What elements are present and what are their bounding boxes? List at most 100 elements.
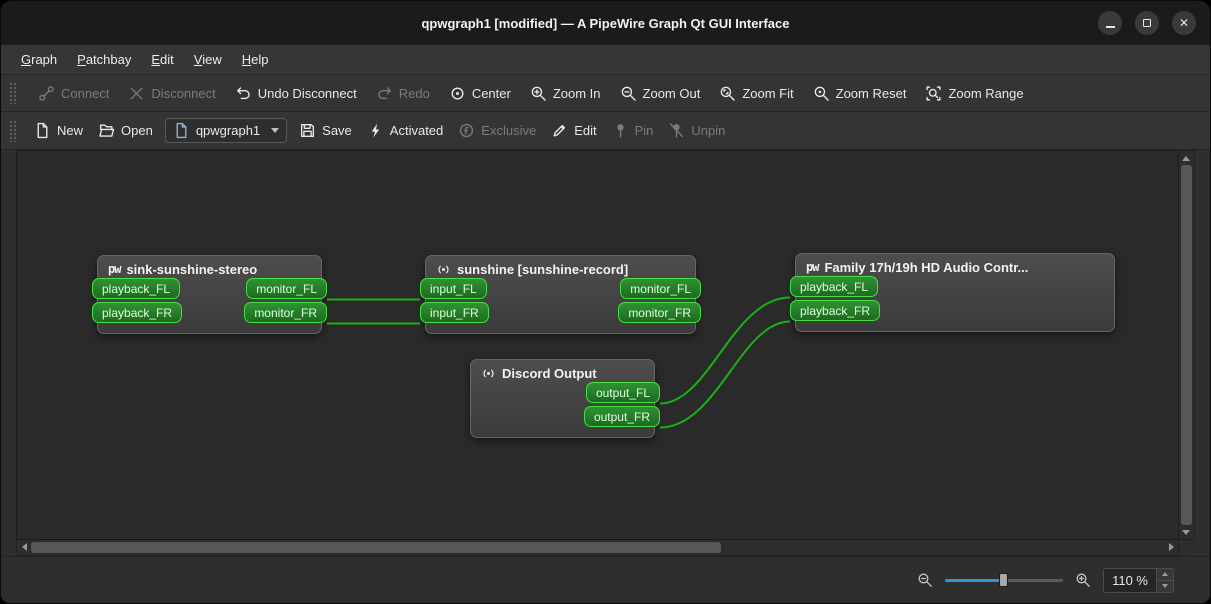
node-title: sunshine [sunshine-record] xyxy=(457,261,629,277)
arrow-left-icon xyxy=(21,543,27,551)
zoom-in-icon xyxy=(1075,572,1091,588)
port-out[interactable]: monitor_FL xyxy=(620,278,701,299)
vertical-scrollbar[interactable] xyxy=(1179,150,1195,540)
graph-node[interactable]: pw Family 17h/19h HD Audio Contr... play… xyxy=(790,253,1115,332)
graph-node[interactable]: sunshine [sunshine-record] input_FL moni… xyxy=(420,255,701,334)
scroll-right-button[interactable] xyxy=(1164,540,1178,554)
port-in[interactable]: input_FL xyxy=(420,278,487,299)
maximize-icon xyxy=(1143,19,1151,27)
redo-button[interactable]: Redo xyxy=(373,81,433,106)
graph-toolbar: Connect Disconnect Undo Disconnect Redo … xyxy=(1,75,1210,112)
open-button[interactable]: Open xyxy=(95,118,156,143)
unpin-button[interactable]: Unpin xyxy=(665,118,728,143)
unpin-icon xyxy=(668,122,685,139)
statusbar: 110 % xyxy=(1,556,1210,603)
exclusive-toggle[interactable]: Exclusive xyxy=(455,118,539,143)
edit-button[interactable]: Edit xyxy=(548,118,599,143)
undo-disconnect-button[interactable]: Undo Disconnect xyxy=(232,81,360,106)
toolbar-drag-handle[interactable] xyxy=(9,82,16,104)
vertical-scrollbar-thumb[interactable] xyxy=(1181,165,1192,525)
port-in[interactable]: playback_FL xyxy=(790,276,879,297)
maximize-button[interactable] xyxy=(1135,11,1159,35)
new-button[interactable]: New xyxy=(31,118,86,143)
window-controls: ✕ xyxy=(1098,11,1210,35)
pipewire-icon: pw xyxy=(108,262,121,276)
arrow-up-icon xyxy=(1182,155,1190,161)
scroll-left-button[interactable] xyxy=(17,540,31,554)
toolbar-drag-handle[interactable] xyxy=(9,119,16,142)
minimize-icon xyxy=(1105,25,1115,28)
horizontal-scrollbar[interactable] xyxy=(16,540,1179,556)
graph-canvas[interactable]: pw sink-sunshine-stereo playback_FL moni… xyxy=(16,150,1179,540)
graph-node[interactable]: pw sink-sunshine-stereo playback_FL moni… xyxy=(92,255,327,334)
spin-buttons xyxy=(1156,568,1173,592)
port-out[interactable]: output_FL xyxy=(585,382,660,403)
connection[interactable] xyxy=(659,320,791,429)
node-ports: output_FL output_FR xyxy=(471,382,660,437)
close-icon: ✕ xyxy=(1178,16,1190,30)
minimize-button[interactable] xyxy=(1098,11,1122,35)
menu-graph[interactable]: Graph xyxy=(11,45,67,74)
close-button[interactable]: ✕ xyxy=(1172,11,1196,35)
port-in[interactable]: playback_FR xyxy=(790,300,881,321)
titlebar[interactable]: qpwgraph1 [modified] — A PipeWire Graph … xyxy=(1,1,1210,45)
spin-down-button[interactable] xyxy=(1157,580,1173,592)
zoom-spinbox[interactable]: 110 % xyxy=(1103,567,1174,593)
horizontal-scrollbar-thumb[interactable] xyxy=(31,542,721,553)
stream-icon xyxy=(481,366,496,381)
open-folder-icon xyxy=(98,122,115,139)
pin-button[interactable]: Pin xyxy=(609,118,657,143)
zoom-fit-button[interactable]: Zoom Fit xyxy=(716,81,796,106)
graph-node[interactable]: Discord Output output_FL output_FR xyxy=(470,359,660,438)
connect-button[interactable]: Connect xyxy=(35,81,112,106)
zoom-range-button[interactable]: Zoom Range xyxy=(922,81,1026,106)
disconnect-button[interactable]: Disconnect xyxy=(125,81,218,106)
arrow-down-icon xyxy=(1162,584,1168,588)
node-header[interactable]: Discord Output xyxy=(471,360,654,382)
pipewire-icon: pw xyxy=(806,260,819,274)
zoom-in-button[interactable]: Zoom In xyxy=(527,81,604,106)
port-out[interactable]: monitor_FL xyxy=(246,278,327,299)
zoom-in-small-button[interactable] xyxy=(1075,572,1091,588)
node-ports: input_FL monitor_FL input_FR monitor_FR xyxy=(420,278,701,333)
save-button[interactable]: Save xyxy=(296,118,355,143)
node-title: Discord Output xyxy=(502,365,597,381)
node-header[interactable]: pw Family 17h/19h HD Audio Contr... xyxy=(796,254,1114,276)
activated-toggle[interactable]: Activated xyxy=(364,118,446,143)
zoom-value: 110 % xyxy=(1112,572,1148,588)
port-in[interactable]: input_FR xyxy=(420,302,489,323)
port-out[interactable]: monitor_FR xyxy=(244,302,327,323)
zoom-reset-icon xyxy=(813,85,830,102)
menu-edit[interactable]: Edit xyxy=(141,45,183,74)
session-selector[interactable]: qpwgraph1 xyxy=(164,118,288,143)
zoom-reset-button[interactable]: Zoom Reset xyxy=(810,81,910,106)
save-icon xyxy=(299,122,316,139)
zoom-slider[interactable] xyxy=(945,571,1064,589)
menu-help[interactable]: Help xyxy=(232,45,279,74)
menu-view[interactable]: View xyxy=(184,45,232,74)
bolt-icon xyxy=(367,122,384,139)
menu-patchbay[interactable]: Patchbay xyxy=(67,45,141,74)
spin-up-button[interactable] xyxy=(1157,568,1173,581)
scroll-down-button[interactable] xyxy=(1179,525,1193,539)
redo-icon xyxy=(376,85,393,102)
zoom-range-icon xyxy=(925,85,942,102)
scrollbar-corner xyxy=(1179,540,1195,556)
zoom-out-small-button[interactable] xyxy=(917,572,933,588)
center-button[interactable]: Center xyxy=(446,81,514,106)
node-header[interactable]: sunshine [sunshine-record] xyxy=(426,256,695,278)
port-out[interactable]: output_FR xyxy=(583,406,660,427)
node-header[interactable]: pw sink-sunshine-stereo xyxy=(98,256,321,278)
zoom-out-button[interactable]: Zoom Out xyxy=(617,81,704,106)
session-selector-value: qpwgraph1 xyxy=(195,123,261,138)
connection-lines xyxy=(326,296,791,429)
port-in[interactable]: playback_FR xyxy=(92,302,183,323)
zoom-slider-handle[interactable] xyxy=(999,573,1009,587)
scroll-up-button[interactable] xyxy=(1179,151,1193,165)
port-out[interactable]: monitor_FR xyxy=(618,302,701,323)
arrow-right-icon xyxy=(1168,543,1174,551)
arrow-up-icon xyxy=(1162,572,1168,576)
port-in[interactable]: playback_FL xyxy=(92,278,181,299)
patchbay-file-icon xyxy=(173,122,190,139)
menubar: Graph Patchbay Edit View Help xyxy=(1,45,1210,75)
